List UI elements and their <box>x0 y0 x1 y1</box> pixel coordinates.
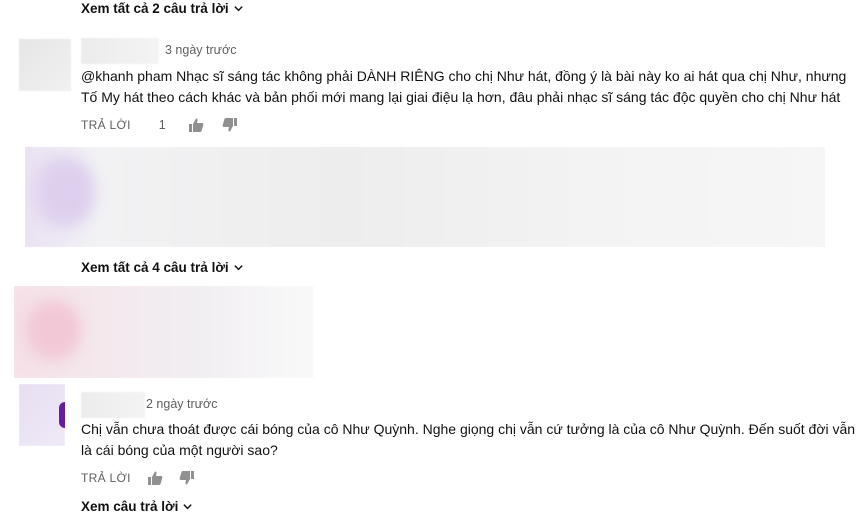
comment-text: @khanh pham Nhạc sĩ sáng tác không phải … <box>81 66 846 108</box>
view-replies-link[interactable]: Xem tất cả 4 câu trả lời <box>81 260 244 275</box>
comment-text-line: Tố My hát theo cách khác và bản phối mới… <box>81 89 841 105</box>
comment-timestamp[interactable]: 2 ngày trước <box>146 397 217 411</box>
comment-text-line: @khanh pham Nhạc sĩ sáng tác không phải … <box>81 68 847 84</box>
reply-button[interactable]: TRẢ LỜI <box>81 118 131 132</box>
chevron-down-icon <box>233 6 243 12</box>
blurred-comment-region <box>25 147 825 247</box>
comment-text: Chị vẫn chưa thoát được cái bóng của cô … <box>81 419 855 461</box>
comment-text-line: Chị vẫn chưa thoát được cái bóng của cô … <box>81 421 856 437</box>
thumb-down-icon[interactable] <box>179 470 195 486</box>
avatar[interactable] <box>19 384 65 446</box>
thumb-up-icon[interactable] <box>188 117 204 133</box>
view-replies-label: Xem tất cả 2 câu trả lời <box>81 1 229 16</box>
like-count: 1 <box>158 118 166 132</box>
view-replies-label: Xem câu trả lời <box>81 499 179 514</box>
blurred-comment-region <box>14 286 314 378</box>
comment-text-line: là cái bóng của một người sao? <box>81 442 278 458</box>
comment-actions: TRẢ LỜI 1 <box>81 117 238 133</box>
author-name-blurred[interactable] <box>81 38 159 64</box>
chevron-down-icon <box>233 265 243 271</box>
view-replies-label: Xem tất cả 4 câu trả lời <box>81 260 229 275</box>
thumb-up-icon[interactable] <box>147 470 163 486</box>
comment-timestamp[interactable]: 3 ngày trước <box>165 43 236 57</box>
thumb-down-icon[interactable] <box>222 117 238 133</box>
comment-actions: TRẢ LỜI <box>81 470 195 486</box>
reply-button[interactable]: TRẢ LỜI <box>81 471 131 485</box>
chevron-down-icon <box>183 504 193 510</box>
view-replies-link[interactable]: Xem tất cả 2 câu trả lời <box>81 1 244 16</box>
avatar[interactable] <box>19 39 71 91</box>
author-name-blurred[interactable] <box>81 392 145 418</box>
view-replies-link[interactable]: Xem câu trả lời <box>81 499 193 514</box>
